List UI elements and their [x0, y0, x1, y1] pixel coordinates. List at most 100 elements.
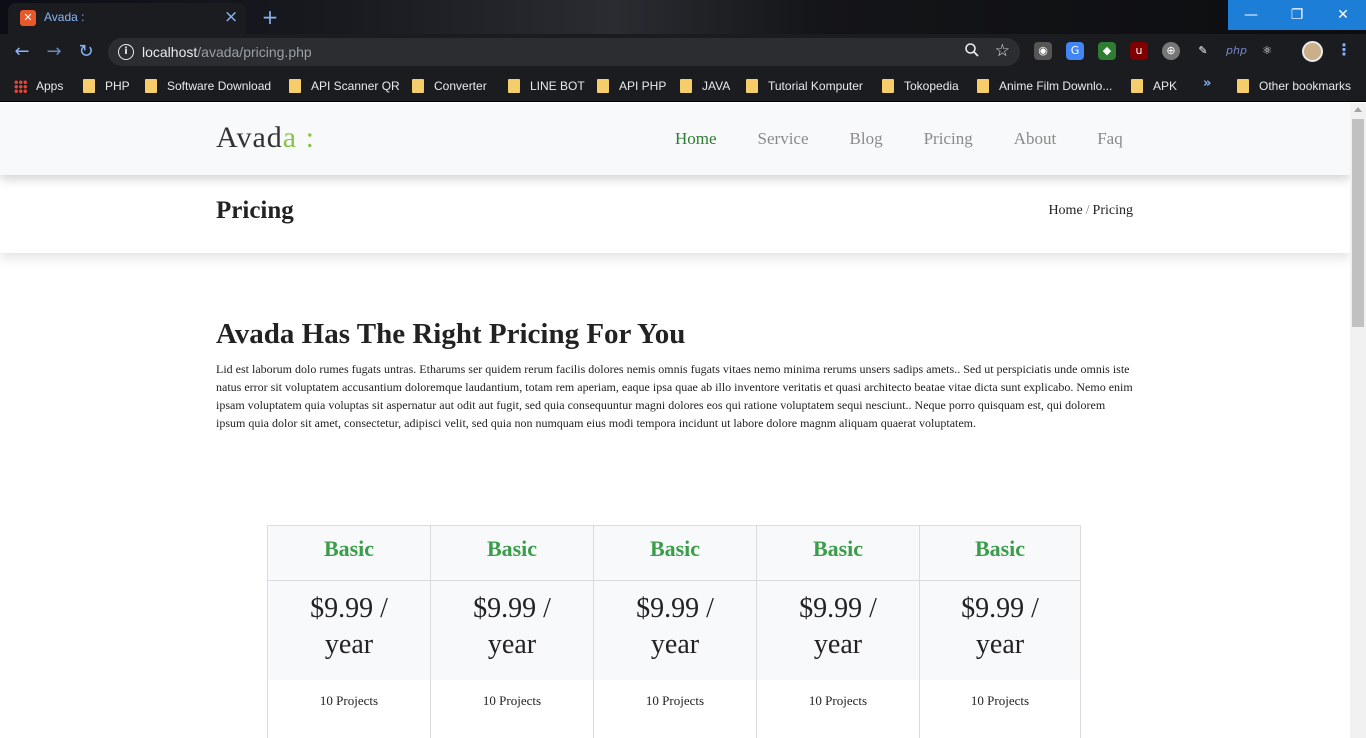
folder-icon: [597, 79, 609, 93]
bookmark-label: API Scanner QR: [311, 79, 400, 93]
reload-icon[interactable]: ↻: [74, 41, 98, 63]
plan-feature: 10 Projects: [645, 693, 705, 708]
breadcrumb-current: Pricing: [1092, 203, 1133, 218]
site-info-icon[interactable]: i: [118, 44, 134, 60]
bookmark-apk[interactable]: APK: [1131, 76, 1177, 96]
zoom-icon[interactable]: [964, 42, 980, 62]
tab-title: Avada :: [44, 10, 85, 24]
bookmarks-overflow-button[interactable]: »: [1203, 76, 1211, 91]
address-bar[interactable]: i localhost/avada/pricing.php ☆: [108, 38, 1020, 66]
bookmark-software-download[interactable]: Software Download: [145, 76, 271, 96]
bookmark-line-bot[interactable]: LINE BOT: [508, 76, 585, 96]
plan-price-period: year: [975, 629, 1025, 660]
plan-feature: 10 GB Storage: [431, 724, 593, 738]
extension-web-icon[interactable]: ⊕: [1162, 42, 1180, 60]
browser-tab[interactable]: ✕ Avada : ×: [8, 3, 246, 34]
plan-name: Basic: [812, 536, 864, 561]
site-logo[interactable]: Avada :: [216, 121, 315, 155]
breadcrumb-home[interactable]: Home: [1048, 203, 1082, 218]
bookmark-label: Tutorial Komputer: [768, 79, 863, 93]
bookmark-label: JAVA: [702, 79, 731, 93]
apps-grid-icon: [14, 79, 27, 93]
bookmarks-bar: Apps PHP Software Download API Scanner Q…: [0, 70, 1366, 102]
page-title-bar: Pricing Home / Pricing: [0, 175, 1350, 253]
pricing-table: Basic $9.99 / year 10 Projects 10 GB Stor…: [267, 525, 1081, 738]
browser-toolbar: ← → ↻ i localhost/avada/pricing.php ☆ ◉ …: [0, 34, 1366, 70]
bookmark-tokopedia[interactable]: Tokopedia: [882, 76, 959, 96]
bookmark-api-php[interactable]: API PHP: [597, 76, 666, 96]
plan-price-amount: $9.99 /: [310, 593, 388, 624]
extension-ublock-icon[interactable]: u: [1130, 42, 1148, 60]
pricing-plan: Basic $9.99 / year 10 Projects 10 GB Stor…: [919, 525, 1081, 738]
plan-price-amount: $9.99 /: [961, 593, 1039, 624]
window-minimize-button[interactable]: —: [1228, 0, 1274, 30]
plan-price-amount: $9.99 /: [636, 593, 714, 624]
folder-icon: [746, 79, 758, 93]
bookmark-star-icon[interactable]: ☆: [995, 41, 1010, 61]
extension-translate-icon[interactable]: G: [1066, 42, 1084, 60]
url-path: /avada/pricing.php: [197, 44, 312, 60]
new-tab-button[interactable]: +: [258, 6, 282, 28]
bookmark-label: Anime Film Downlo...: [999, 79, 1113, 93]
nav-service[interactable]: Service: [758, 129, 809, 149]
tab-close-icon[interactable]: ×: [224, 7, 238, 27]
intro-heading: Avada Has The Right Pricing For You: [216, 318, 686, 350]
bookmark-label: Converter: [434, 79, 487, 93]
pricing-plan: Basic $9.99 / year 10 Projects 10 GB Stor…: [756, 525, 919, 738]
bookmark-php[interactable]: PHP: [83, 76, 130, 96]
bookmark-tutorial-komputer[interactable]: Tutorial Komputer: [746, 76, 863, 96]
folder-icon: [1237, 79, 1249, 93]
bookmark-apps[interactable]: Apps: [14, 76, 63, 96]
bookmark-java[interactable]: JAVA: [680, 76, 730, 96]
extension-react-icon[interactable]: ⚛: [1258, 42, 1276, 60]
plan-name: Basic: [323, 536, 375, 561]
scroll-up-arrow-icon[interactable]: [1354, 107, 1362, 112]
site-header: Avada : Home Service Blog Pricing About …: [0, 103, 1350, 175]
extension-color-icon[interactable]: ◆: [1098, 42, 1116, 60]
pricing-plan: Basic $9.99 / year 10 Projects 10 GB Stor…: [430, 525, 593, 738]
profile-avatar[interactable]: [1302, 41, 1323, 62]
logo-text: Avad: [216, 121, 283, 154]
nav-about[interactable]: About: [1014, 129, 1057, 149]
extension-globe-icon[interactable]: ◉: [1034, 42, 1052, 60]
forward-arrow-icon[interactable]: →: [42, 41, 66, 63]
bookmark-label: APK: [1153, 79, 1178, 93]
page-viewport: Avada : Home Service Blog Pricing About …: [0, 103, 1350, 738]
logo-accent: a :: [282, 121, 315, 154]
plan-feature: 10 GB Storage: [920, 724, 1080, 738]
folder-icon: [977, 79, 989, 93]
plan-name: Basic: [974, 536, 1026, 561]
bookmark-api-scanner-qr[interactable]: API Scanner QR: [289, 76, 400, 96]
pricing-plan: Basic $9.99 / year 10 Projects 10 GB Stor…: [593, 525, 756, 738]
folder-icon: [882, 79, 894, 93]
plan-feature: 10 Projects: [482, 693, 542, 708]
nav-pricing[interactable]: Pricing: [924, 129, 973, 149]
browser-tab-strip: ✕ Avada : × + — ❐ ✕: [0, 0, 1366, 34]
nav-blog[interactable]: Blog: [850, 129, 883, 149]
plan-price: $9.99 / year: [594, 581, 756, 680]
bookmark-label: API PHP: [619, 79, 667, 93]
url-host: localhost: [142, 44, 198, 60]
browser-menu-icon[interactable]: ⋮: [1336, 40, 1352, 59]
bookmark-converter[interactable]: Converter: [412, 76, 487, 96]
bookmark-label: Software Download: [167, 79, 272, 93]
extension-pen-icon[interactable]: ✎: [1194, 42, 1212, 60]
back-arrow-icon[interactable]: ←: [10, 41, 34, 63]
bookmark-label: Other bookmarks: [1259, 79, 1352, 93]
plan-price: $9.99 / year: [431, 581, 593, 680]
page-scrollbar[interactable]: [1350, 103, 1366, 738]
nav-home[interactable]: Home: [675, 129, 717, 149]
bookmark-other-bookmarks[interactable]: Other bookmarks: [1237, 76, 1351, 96]
window-maximize-button[interactable]: ❐: [1274, 0, 1320, 30]
window-close-button[interactable]: ✕: [1320, 0, 1366, 30]
plan-feature: 10 GB Storage: [594, 724, 756, 738]
nav-faq[interactable]: Faq: [1097, 129, 1123, 149]
plan-price-amount: $9.99 /: [799, 593, 877, 624]
extension-php-icon[interactable]: php: [1226, 42, 1247, 60]
scrollbar-thumb[interactable]: [1352, 119, 1364, 327]
bookmark-label: PHP: [105, 79, 130, 93]
address-url[interactable]: localhost/avada/pricing.php: [142, 44, 312, 60]
bookmark-anime-film-download[interactable]: Anime Film Downlo...: [977, 76, 1112, 96]
plan-price: $9.99 / year: [757, 581, 919, 680]
folder-icon: [508, 79, 520, 93]
